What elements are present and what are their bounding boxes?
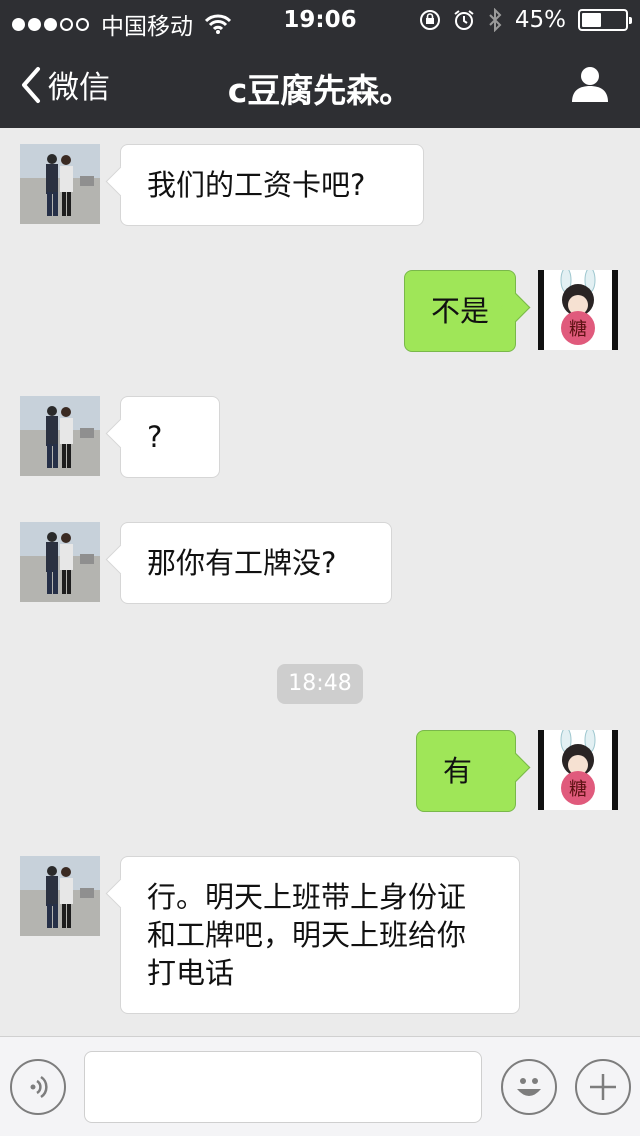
contact-avatar[interactable]	[20, 144, 100, 224]
message-text: 行。明天上班带上身份证和工牌吧，明天上班给你打电话	[147, 880, 467, 990]
my-avatar[interactable]: 糖	[538, 730, 618, 810]
emoji-button[interactable]	[501, 1059, 557, 1115]
svg-text:糖: 糖	[569, 779, 587, 800]
svg-text:糖: 糖	[569, 319, 587, 340]
message-input[interactable]	[84, 1051, 482, 1123]
message-text: 有	[443, 754, 473, 788]
message-bubble-outgoing[interactable]: 不是	[404, 270, 516, 352]
nav-bar: 微信 c豆腐先森。	[0, 40, 640, 128]
bluetooth-icon	[489, 8, 502, 32]
emoji-icon	[517, 1078, 541, 1096]
battery-percent: 45%	[514, 7, 566, 33]
message-list[interactable]: 我们的工资卡吧? 不是 糖 ? 那你有工牌没? 18:48 有 糖 行。明天上班…	[0, 128, 640, 1036]
plus-icon	[590, 1074, 616, 1100]
status-right: 45%	[419, 7, 632, 33]
message-text: 那你有工牌没?	[147, 546, 337, 580]
voice-button[interactable]	[10, 1059, 66, 1115]
message-text: 我们的工资卡吧?	[147, 168, 366, 202]
status-bar: 中国移动 19:06 45%	[0, 0, 640, 40]
message-bubble-incoming[interactable]: 行。明天上班带上身份证和工牌吧，明天上班给你打电话	[120, 856, 520, 1014]
person-icon[interactable]	[570, 64, 610, 104]
contact-avatar[interactable]	[20, 856, 100, 936]
input-bar	[0, 1036, 640, 1136]
top-bar: 中国移动 19:06 45% 微信 c豆腐先森。	[0, 0, 640, 128]
message-bubble-incoming[interactable]: 我们的工资卡吧?	[120, 144, 424, 226]
message-text: ?	[147, 420, 163, 454]
message-bubble-incoming[interactable]: ?	[120, 396, 220, 478]
message-bubble-incoming[interactable]: 那你有工牌没?	[120, 522, 392, 604]
plus-button[interactable]	[575, 1059, 631, 1115]
message-text: 不是	[431, 294, 490, 328]
timestamp-label: 18:48	[277, 664, 363, 704]
contact-avatar[interactable]	[20, 522, 100, 602]
voice-icon	[30, 1075, 48, 1099]
alarm-icon	[454, 10, 474, 30]
chat-title: c豆腐先森。	[227, 71, 413, 110]
contact-avatar[interactable]	[20, 396, 100, 476]
battery-fill	[582, 13, 601, 27]
rotation-lock-icon	[419, 10, 440, 30]
battery-icon	[578, 9, 632, 31]
my-avatar[interactable]: 糖	[538, 270, 618, 350]
message-bubble-outgoing[interactable]: 有	[416, 730, 516, 812]
